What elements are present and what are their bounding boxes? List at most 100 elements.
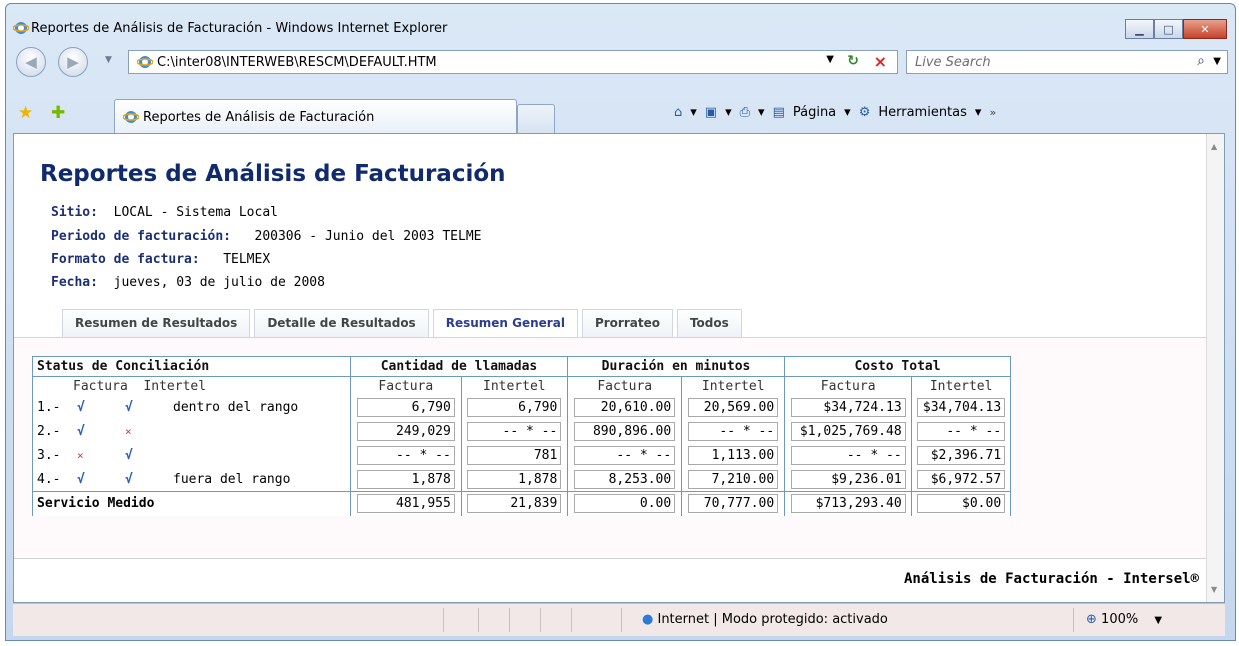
duration-intertel: 20,569.00 (681, 395, 785, 420)
search-box[interactable]: Live Search ⌕ ▼ (906, 50, 1228, 74)
address-text[interactable]: C:\inter08\INTERWEB\RESCM\DEFAULT.HTM (157, 55, 437, 70)
cost-intertel: $34,704.13 (911, 395, 1011, 420)
page-icon (136, 54, 154, 74)
scroll-down-icon[interactable]: ▼ (1211, 585, 1217, 594)
tab-detalle-resultados[interactable]: Detalle de Resultados (254, 309, 429, 337)
scroll-up-icon[interactable]: ▲ (1211, 142, 1217, 151)
site-value: LOCAL - Sistema Local (113, 205, 278, 220)
cross-icon: × (77, 449, 84, 462)
value-field: 1,878 (467, 469, 562, 489)
address-bar[interactable]: C:\inter08\INTERWEB\RESCM\DEFAULT.HTM ▼ … (128, 50, 898, 74)
zoom-control[interactable]: ⊕ 100% ▼ (1086, 612, 1162, 627)
search-icon[interactable]: ⌕ (1197, 53, 1205, 69)
home-icon[interactable]: ⌂ (674, 105, 682, 120)
title-bar: Reportes de Análisis de Facturación - Wi… (6, 4, 1235, 42)
tools-dropdown-icon[interactable]: ▾ (975, 105, 982, 120)
search-dropdown-icon[interactable]: ▼ (1213, 56, 1221, 67)
check-icon: √ (77, 424, 85, 439)
back-button[interactable]: ◀ (16, 47, 46, 77)
add-favorites-icon[interactable]: ✚ (51, 103, 65, 123)
page-title: Reportes de Análisis de Facturación (40, 161, 506, 187)
table-row: 3.- × √ -- * -- 781 -- * -- 1,113.00 -- * … (32, 443, 1011, 468)
security-zone[interactable]: ● Internet | Modo protegido: activado (642, 612, 888, 627)
subheader-row: Factura Intertel Factura Intertel Factur… (32, 376, 1011, 396)
value-field: 249,029 (356, 422, 455, 441)
sub-factura: Factura (350, 376, 462, 396)
header-calls: Cantidad de llamadas (350, 356, 568, 377)
chevron-more-icon[interactable]: » (989, 106, 996, 119)
value-field: 20,610.00 (574, 398, 676, 417)
stop-icon[interactable]: × (874, 52, 887, 71)
site-label: Sitio: (51, 205, 98, 220)
zoom-dropdown-icon[interactable]: ▼ (1154, 615, 1162, 626)
value-field: $1,025,769.48 (790, 422, 906, 441)
minimize-button[interactable]: ▁ (1125, 19, 1154, 39)
page-menu[interactable]: Página (793, 105, 836, 120)
total-label: Servicio Medido (32, 491, 351, 516)
value-field: 21,839 (467, 494, 562, 514)
value-field: 6,790 (356, 398, 455, 417)
print-icon[interactable]: ⎙ (740, 105, 750, 120)
zoom-icon: ⊕ (1086, 612, 1097, 627)
duration-intertel: 1,113.00 (681, 443, 785, 468)
minimize-icon: ▁ (1135, 22, 1144, 36)
vertical-scrollbar[interactable]: ▲ ▼ (1206, 134, 1224, 602)
date-value: jueves, 03 de julio de 2008 (113, 275, 325, 290)
calls-factura: 249,029 (350, 419, 462, 444)
tab-resumen-general[interactable]: Resumen General (432, 309, 578, 337)
date-label: Fecha: (51, 275, 98, 290)
calls-factura: 6,790 (350, 395, 462, 420)
zoom-level: 100% (1101, 612, 1139, 627)
forward-button[interactable]: ▶ (58, 47, 88, 77)
browser-tab[interactable]: Reportes de Análisis de Facturación (114, 99, 517, 133)
format-label: Formato de factura: (51, 252, 200, 267)
format-value: TELMEX (223, 252, 271, 267)
calls-intertel: 6,790 (460, 395, 569, 420)
close-button[interactable]: ✕ (1183, 19, 1227, 39)
page-content: Reportes de Análisis de Facturación Siti… (13, 133, 1225, 603)
tab-resumen-resultados[interactable]: Resumen de Resultados (62, 309, 251, 337)
period-value: 200306 - Junio del 2003 TELME (254, 229, 482, 244)
calls-factura: -- * -- (350, 443, 462, 468)
close-icon: ✕ (1200, 22, 1210, 36)
refresh-icon[interactable]: ↻ (847, 53, 859, 69)
address-dropdown-icon[interactable]: ▼ (826, 54, 834, 65)
command-bar: ⌂ ▾ ▣ ▾ ⎙ ▾ ▤ Página ▾ ⚙ Herramientas ▾ … (674, 105, 1004, 120)
tools-menu[interactable]: Herramientas (878, 105, 967, 120)
cost-factura: -- * -- (783, 443, 913, 468)
status-separator (1073, 608, 1074, 632)
tab-todos[interactable]: Todos (676, 309, 742, 337)
maximize-button[interactable]: □ (1154, 19, 1183, 39)
feeds-dropdown-icon[interactable]: ▾ (725, 105, 732, 120)
sub-intertel: Intertel (911, 376, 1011, 396)
value-field: $0.00 (917, 494, 1006, 514)
cost-intertel: $6,972.57 (911, 467, 1011, 492)
total-duration-intertel: 70,777.00 (681, 491, 785, 516)
history-dropdown-icon[interactable]: ▼ (105, 55, 112, 65)
tools-gear-icon: ⚙ (858, 105, 871, 120)
status-cell: 1.- √ √ dentro del rango (32, 395, 351, 420)
print-dropdown-icon[interactable]: ▾ (758, 105, 765, 120)
tab-prorrateo[interactable]: Prorrateo (581, 309, 673, 337)
feeds-icon[interactable]: ▣ (705, 105, 717, 120)
footer-text: Análisis de Facturación - Intersel® (903, 571, 1199, 587)
cost-factura: $9,236.01 (783, 467, 913, 492)
value-field: 70,777.00 (688, 494, 779, 514)
calls-intertel: -- * -- (460, 419, 569, 444)
check-icon: √ (125, 448, 133, 463)
search-placeholder[interactable]: Live Search (915, 55, 991, 70)
favorites-star-icon[interactable]: ★ (18, 103, 33, 123)
page-dropdown-icon[interactable]: ▾ (844, 105, 851, 120)
window-title: Reportes de Análisis de Facturación - Wi… (31, 21, 448, 36)
home-dropdown-icon[interactable]: ▾ (690, 105, 697, 120)
new-tab-button[interactable] (517, 104, 555, 133)
status-cell: 4.- √ √ fuera del rango (32, 467, 351, 492)
status-sub-intertel: Intertel (143, 378, 207, 394)
value-field: 6,790 (467, 398, 562, 417)
status-bar: ● Internet | Modo protegido: activado ⊕ … (13, 603, 1225, 636)
duration-intertel: -- * -- (681, 419, 785, 444)
table-row: 4.- √ √ fuera del rango 1,878 1,878 8,253.0… (32, 467, 1011, 492)
status-separator (478, 608, 479, 632)
value-field: -- * -- (467, 422, 562, 441)
duration-intertel: 7,210.00 (681, 467, 785, 492)
